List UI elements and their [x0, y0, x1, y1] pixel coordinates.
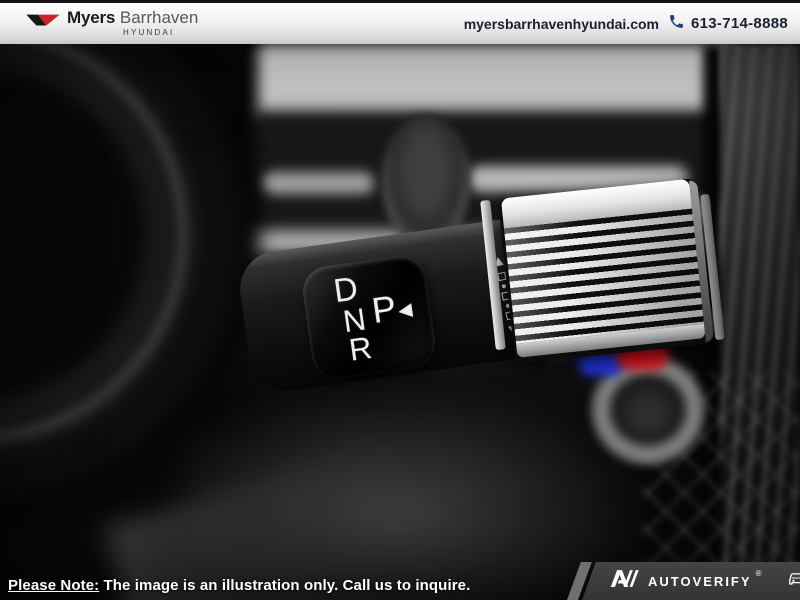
- dealer-phone-number: 613-714-8888: [691, 15, 788, 32]
- indicator-dot-icon: [502, 284, 507, 289]
- gear-label-r: R: [347, 332, 373, 366]
- vehicle-interior-photo: D N R P ◀ ▲ ▼ Please Note: The image is …: [0, 44, 800, 600]
- dealer-phone-link[interactable]: 613-714-8888: [668, 13, 788, 35]
- dealer-name-line: Myers Barrhaven: [67, 8, 198, 27]
- autoverify-badge[interactable]: AUTOVERIFY ®: [582, 562, 800, 600]
- dealer-header-bar: Myers Barrhaven HYUNDAI myersbarrhavenhy…: [0, 0, 800, 44]
- cap-ribs: [504, 209, 704, 344]
- disclaimer-note: Please Note: The image is an illustratio…: [8, 577, 470, 594]
- badge-content: AUTOVERIFY ®: [582, 562, 800, 600]
- registered-mark: ®: [756, 569, 762, 578]
- myers-logo-mark-icon: [26, 13, 60, 33]
- chrome-end-cap: [498, 178, 714, 364]
- dealer-website-link[interactable]: myersbarrhavenhyundai.com: [464, 16, 659, 32]
- disclaimer-text: The image is an illustration only. Call …: [99, 577, 470, 594]
- dashboard-trim-band: [258, 44, 734, 118]
- disclaimer-label: Please Note:: [8, 577, 99, 594]
- dealer-name: Myers: [67, 8, 115, 27]
- park-arrow-icon: ◀: [397, 300, 413, 320]
- gear-rocker-switch: D N R P ◀: [300, 253, 439, 382]
- dealer-logo-text: Myers Barrhaven HYUNDAI: [67, 9, 198, 38]
- dealer-logo: Myers Barrhaven HYUNDAI: [26, 9, 198, 38]
- dealer-location: Barrhaven: [120, 8, 198, 27]
- car-front-icon: [787, 571, 800, 591]
- dealer-contact: myersbarrhavenhyundai.com 613-714-8888: [464, 13, 788, 35]
- autoverify-label: AUTOVERIFY: [648, 574, 752, 589]
- dealer-brand: HYUNDAI: [123, 28, 198, 38]
- gear-label-p: P: [370, 290, 399, 329]
- vent-slat: [262, 172, 374, 194]
- autoverify-logo-icon: [610, 568, 640, 594]
- phone-icon: [668, 13, 685, 35]
